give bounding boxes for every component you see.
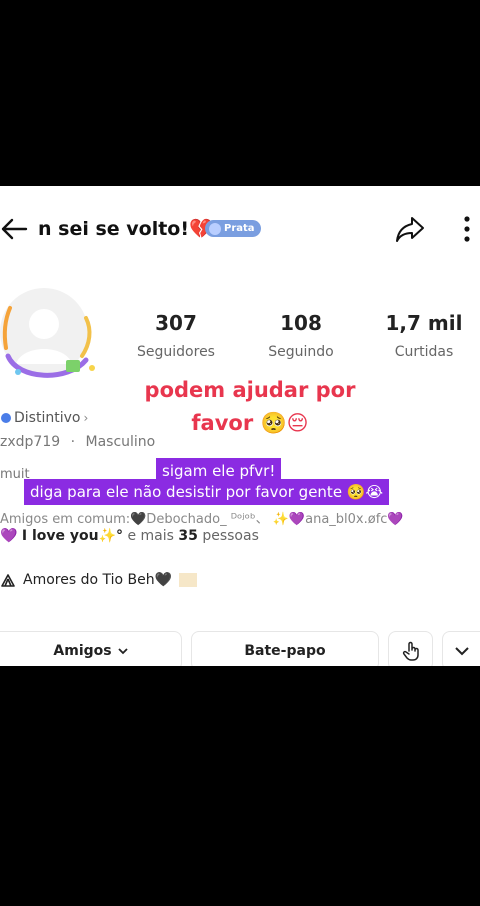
back-arrow-icon[interactable]: [0, 217, 28, 241]
share-icon[interactable]: [394, 214, 426, 244]
following-label[interactable]: Seguindo: [251, 344, 351, 360]
mutual-friends[interactable]: Amigos em comum:🖤Debochado_ ᴰᵒʲᵒᵇ、 ✨💜ana…: [0, 508, 404, 527]
user-id-line: zxdp719 · Masculino: [0, 434, 155, 450]
followers-label[interactable]: Seguidores: [126, 344, 226, 360]
more-options-icon[interactable]: [460, 214, 474, 244]
note-sticker-icon: [179, 573, 198, 587]
following-count[interactable]: 108: [251, 311, 351, 335]
group-name: Amores do Tio Beh🖤: [23, 572, 173, 588]
badge-label: Prata: [224, 223, 255, 234]
separator: ·: [70, 434, 76, 450]
profile-screen: n sei se volto!💔 Prata 307 Seguidores 10…: [0, 186, 480, 666]
chevron-down-icon: [117, 647, 128, 654]
friend-name: I love you✨°: [21, 528, 124, 544]
more-count: 35: [178, 528, 198, 544]
likes-count: 1,7 mil: [385, 311, 463, 335]
gender: Masculino: [85, 434, 156, 450]
overlay-text: podem ajudar por favor 🥺😔: [144, 378, 356, 435]
badge-icon: [1, 413, 11, 423]
distintivo-label: Distintivo: [14, 410, 81, 426]
friends-button-label: Amigos: [53, 643, 112, 659]
group-row[interactable]: Amores do Tio Beh🖤: [0, 572, 198, 588]
rank-badge: Prata: [205, 220, 261, 237]
people-label: pessoas: [202, 528, 259, 544]
username: zxdp719: [0, 434, 61, 450]
heart-icon: 💜: [0, 528, 18, 544]
chat-button-label: Bate-papo: [244, 643, 326, 659]
expand-button[interactable]: [442, 631, 480, 666]
chevron-down-icon: [454, 646, 469, 655]
likes-label: Curtidas: [394, 344, 454, 360]
tap-button[interactable]: [388, 631, 433, 666]
and-more-label: e mais: [127, 528, 174, 544]
chevron-right-icon: ›: [83, 411, 89, 425]
badge-icon: [209, 222, 221, 235]
tent-icon: [1, 574, 15, 587]
avatar[interactable]: [0, 286, 98, 386]
friends-button[interactable]: Amigos: [0, 631, 182, 666]
mutual-friends-more[interactable]: 💜 I love you✨° e mais 35 pessoas: [0, 528, 259, 544]
caption-line-2: diga para ele não desistir por favor gen…: [24, 479, 390, 505]
followers-count[interactable]: 307: [126, 311, 226, 335]
distintivo-link[interactable]: Distintivo ›: [0, 410, 88, 426]
profile-title: n sei se volto!💔: [38, 218, 213, 240]
chat-button[interactable]: Bate-papo: [191, 631, 379, 666]
hand-pointer-icon: [402, 641, 419, 661]
